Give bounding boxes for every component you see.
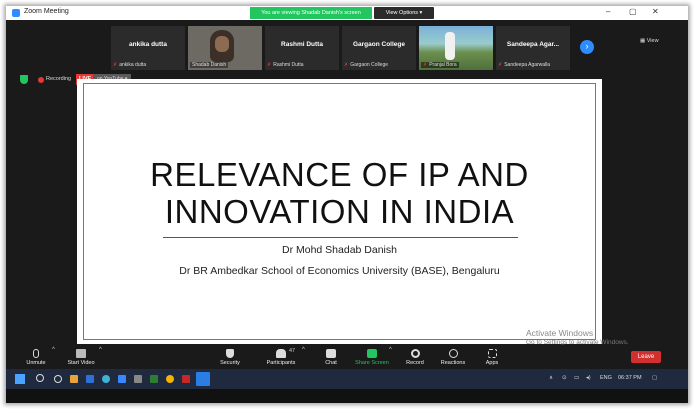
participant-tile[interactable]: Sandeepa Agar... ✗ Sandeepa Agarwalla bbox=[496, 26, 570, 70]
participant-label: Gargaon College bbox=[350, 62, 389, 68]
screen-bezel bbox=[6, 389, 688, 403]
apps-icon bbox=[487, 349, 497, 358]
participant-label: Shadab Danish bbox=[192, 62, 227, 68]
slide-title: RELEVANCE OF IP AND INNOVATION IN INDIA bbox=[150, 156, 529, 230]
unmute-button[interactable]: Unmute bbox=[16, 349, 56, 366]
participants-chevron-icon[interactable]: ^ bbox=[302, 347, 305, 353]
volume-icon[interactable]: ◂) bbox=[586, 375, 591, 381]
edge-browser-icon[interactable] bbox=[102, 375, 110, 383]
battery-icon[interactable]: ▭ bbox=[574, 375, 579, 381]
shared-screen: RELEVANCE OF IP AND INNOVATION IN INDIA … bbox=[77, 79, 602, 344]
close-icon[interactable]: ✕ bbox=[652, 7, 659, 16]
participant-label: ankika dutta bbox=[119, 62, 147, 68]
presentation-slide: RELEVANCE OF IP AND INNOVATION IN INDIA … bbox=[83, 83, 596, 340]
muted-mic-icon: ✗ bbox=[267, 62, 272, 68]
muted-mic-icon: ✗ bbox=[344, 62, 349, 68]
participants-count: 47 bbox=[289, 348, 296, 354]
muted-mic-icon: ✗ bbox=[423, 62, 428, 68]
participant-label: Pranjal Bora bbox=[429, 62, 457, 68]
taskbar-app-icon[interactable] bbox=[118, 375, 126, 383]
audio-options-chevron-icon[interactable]: ^ bbox=[52, 347, 55, 353]
maximize-icon[interactable]: ▢ bbox=[629, 7, 637, 16]
chat-button[interactable]: Chat bbox=[311, 349, 351, 366]
share-screen-button[interactable]: Share Screen bbox=[352, 349, 392, 366]
participant-tile-video[interactable]: Shadab Danish bbox=[188, 26, 262, 70]
reactions-icon bbox=[448, 349, 458, 358]
apps-button[interactable]: Apps bbox=[472, 349, 512, 366]
zoom-taskbar-icon[interactable] bbox=[196, 372, 210, 386]
video-options-chevron-icon[interactable]: ^ bbox=[99, 347, 102, 353]
participant-tile[interactable]: ankika dutta ✗ ankika dutta bbox=[111, 26, 185, 70]
muted-mic-icon: ✗ bbox=[498, 62, 503, 68]
taskbar-app-icon[interactable] bbox=[150, 375, 158, 383]
participant-name: Sandeepa Agar... bbox=[506, 41, 560, 48]
shield-icon bbox=[226, 349, 234, 358]
file-explorer-icon[interactable] bbox=[70, 375, 78, 383]
encryption-shield-icon[interactable] bbox=[20, 75, 28, 84]
chrome-browser-icon[interactable] bbox=[166, 375, 174, 383]
zoom-window: Zoom Meeting You are viewing Shadab Dani… bbox=[6, 6, 688, 403]
participant-figure bbox=[445, 32, 455, 60]
recording-label: Recording bbox=[46, 76, 72, 82]
chat-icon bbox=[326, 349, 336, 358]
muted-mic-icon: ✗ bbox=[113, 62, 118, 68]
slide-author: Dr Mohd Shadab Danish bbox=[282, 244, 397, 256]
windows-taskbar: ∧ ⊙ ▭ ◂) ENG 06:37 PM ▢ bbox=[6, 369, 688, 389]
reactions-button[interactable]: Reactions bbox=[433, 349, 473, 366]
viewing-screen-banner: You are viewing Shadab Danish's screen bbox=[250, 7, 372, 19]
start-video-button[interactable]: Start Video bbox=[61, 349, 101, 366]
minimize-icon[interactable]: – bbox=[606, 7, 610, 16]
participant-label: Sandeepa Agarwalla bbox=[504, 62, 551, 68]
recording-dot-icon bbox=[38, 77, 44, 83]
participant-tile[interactable]: Gargaon College ✗ Gargaon College bbox=[342, 26, 416, 70]
windows-start-icon[interactable] bbox=[15, 374, 25, 384]
share-options-chevron-icon[interactable]: ^ bbox=[389, 347, 392, 353]
view-options-button[interactable]: View Options ▾ bbox=[374, 7, 434, 19]
participant-name: Gargaon College bbox=[352, 41, 405, 48]
taskbar-app-icon[interactable] bbox=[182, 375, 190, 383]
taskbar-clock[interactable]: 06:37 PM bbox=[618, 375, 642, 381]
record-button[interactable]: Record bbox=[395, 349, 435, 366]
participant-strip: ankika dutta ✗ ankika dutta Shadab Danish… bbox=[6, 20, 688, 74]
microphone-muted-icon bbox=[33, 349, 39, 358]
language-indicator[interactable]: ENG bbox=[600, 375, 612, 381]
network-icon[interactable]: ⊙ bbox=[562, 375, 567, 381]
title-bar: Zoom Meeting You are viewing Shadab Dani… bbox=[6, 6, 688, 20]
participant-tile[interactable]: Rashmi Dutta ✗ Rashmi Dutta bbox=[265, 26, 339, 70]
slide-affiliation: Dr BR Ambedkar School of Economics Unive… bbox=[179, 265, 500, 277]
participants-icon bbox=[276, 349, 286, 358]
search-icon[interactable] bbox=[36, 374, 44, 382]
slide-divider bbox=[163, 237, 518, 238]
record-icon bbox=[410, 349, 420, 358]
participant-tile-video[interactable]: ✗ Pranjal Bora bbox=[419, 26, 493, 70]
meeting-toolbar: Unmute ^ Start Video ^ Security Particip… bbox=[6, 345, 688, 369]
activate-windows-watermark: Activate Windows bbox=[526, 328, 594, 338]
participant-label: Rashmi Dutta bbox=[273, 62, 304, 68]
participant-name: Rashmi Dutta bbox=[281, 41, 323, 48]
zoom-logo-icon bbox=[12, 9, 20, 17]
task-view-icon[interactable] bbox=[54, 375, 62, 383]
taskbar-app-icon[interactable] bbox=[134, 375, 142, 383]
next-page-arrow-icon[interactable]: › bbox=[580, 40, 594, 54]
participant-name: ankika dutta bbox=[129, 41, 167, 48]
participant-face bbox=[215, 36, 229, 52]
notifications-icon[interactable]: ▢ bbox=[652, 375, 657, 381]
tray-chevron-icon[interactable]: ∧ bbox=[549, 375, 553, 381]
taskbar-app-icon[interactable] bbox=[86, 375, 94, 383]
leave-button[interactable]: Leave bbox=[631, 351, 661, 363]
share-screen-icon bbox=[367, 349, 377, 358]
window-title: Zoom Meeting bbox=[24, 8, 69, 15]
video-off-icon bbox=[76, 349, 86, 358]
security-button[interactable]: Security bbox=[210, 349, 250, 366]
view-button[interactable]: ▦ View bbox=[640, 38, 659, 44]
